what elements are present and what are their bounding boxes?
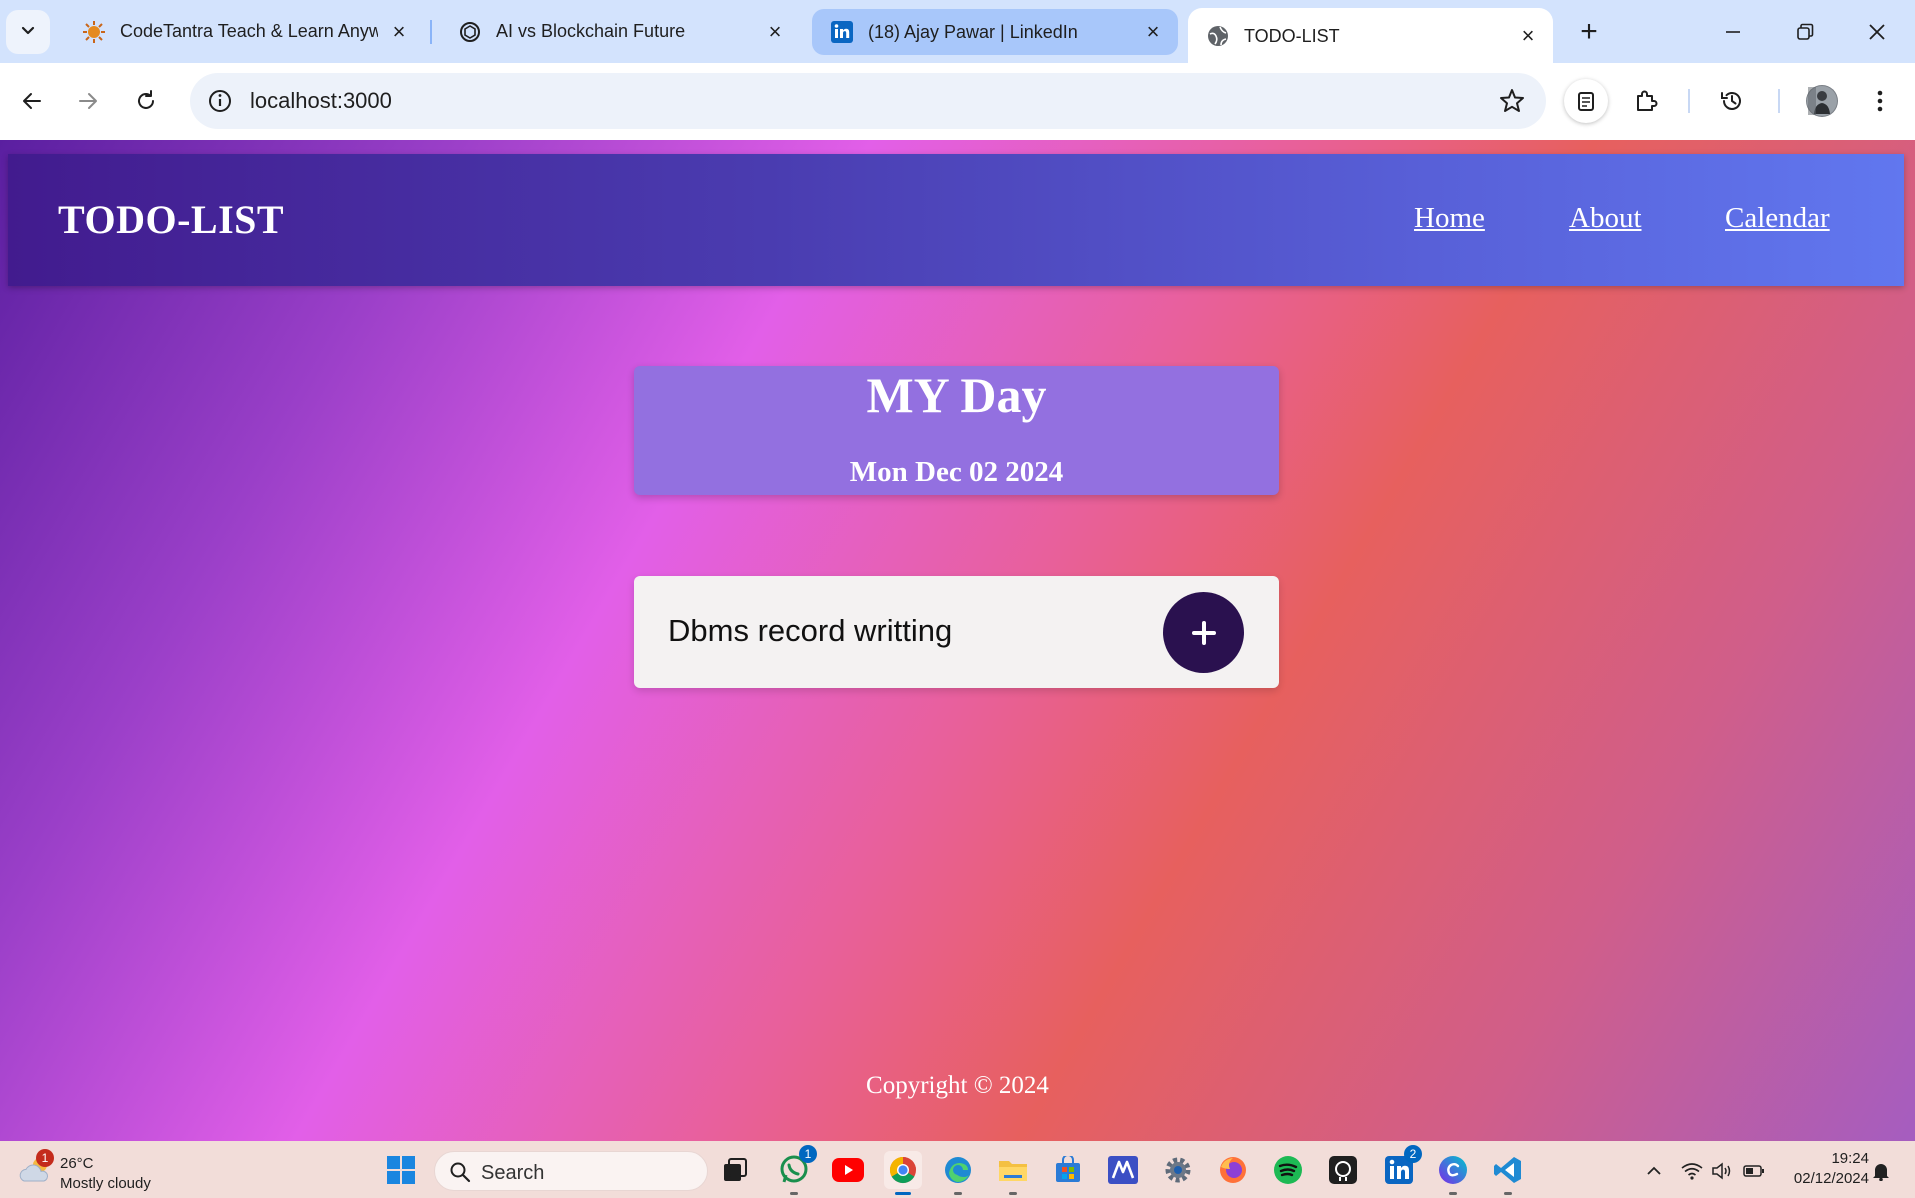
microsoft-store-icon[interactable] <box>1049 1151 1087 1189</box>
tab-title: AI vs Blockchain Future <box>496 21 686 41</box>
notification-bell-icon[interactable] <box>1869 1159 1893 1183</box>
search-icon <box>449 1161 471 1183</box>
weather-condition: Mostly cloudy <box>60 1175 151 1192</box>
browser-toolbar: localhost:3000 <box>0 63 1915 140</box>
close-window-button[interactable] <box>1841 0 1913 63</box>
tab-title: (18) Ajay Pawar | LinkedIn <box>868 21 1078 42</box>
settings-icon[interactable] <box>1159 1151 1197 1189</box>
minimize-button[interactable] <box>1697 0 1769 63</box>
weather-widget[interactable]: 1 26°C Mostly cloudy <box>16 1149 176 1193</box>
day-title: MY Day <box>866 367 1047 423</box>
clock-date: 02/12/2024 <box>1793 1170 1869 1187</box>
tab-search-button[interactable] <box>6 10 50 54</box>
footer-copyright: Copyright © 2024 <box>866 1072 1049 1099</box>
tab-ai-blockchain[interactable]: AI vs Blockchain Future × <box>440 8 800 55</box>
search-label: Search <box>481 1162 545 1184</box>
menu-kebab-icon[interactable] <box>1858 79 1902 123</box>
linkedin-icon[interactable]: 2 <box>1380 1145 1422 1189</box>
wifi-icon[interactable] <box>1680 1159 1704 1183</box>
globe-icon <box>1206 24 1230 48</box>
tab-linkedin[interactable]: (18) Ajay Pawar | LinkedIn × <box>812 9 1178 55</box>
add-task-button[interactable] <box>1163 592 1244 673</box>
taskbar: 1 26°C Mostly cloudy Search 1 2 19:24 02… <box>0 1141 1915 1198</box>
linkedin-badge: 2 <box>1404 1145 1422 1163</box>
battery-icon[interactable] <box>1742 1159 1766 1183</box>
url-text: localhost:3000 <box>250 88 392 113</box>
close-icon[interactable]: × <box>764 19 786 44</box>
restore-button[interactable] <box>1769 0 1841 63</box>
new-tab-button[interactable]: + <box>1571 14 1607 50</box>
chevron-down-icon <box>19 21 37 44</box>
address-bar[interactable]: localhost:3000 <box>190 73 1546 129</box>
history-icon[interactable] <box>1710 79 1754 123</box>
task-view-icon[interactable] <box>716 1151 754 1189</box>
forward-button[interactable] <box>66 79 110 123</box>
canva-icon[interactable] <box>1434 1151 1472 1195</box>
firefox-icon[interactable] <box>1214 1151 1252 1189</box>
vscode-icon[interactable] <box>1489 1151 1527 1195</box>
nav-link-calendar[interactable]: Calendar <box>1725 202 1830 235</box>
weather-badge: 1 <box>36 1149 54 1167</box>
tab-todo-list[interactable]: TODO-LIST × <box>1188 8 1553 64</box>
back-button[interactable] <box>10 79 54 123</box>
task-input-card <box>634 576 1279 688</box>
file-explorer-icon[interactable] <box>994 1151 1032 1195</box>
plus-icon <box>1191 620 1216 645</box>
weather-temp: 26°C <box>60 1155 94 1172</box>
page-viewport: TODO-LIST Home About Calendar MY Day Mon… <box>0 140 1915 1141</box>
task-input[interactable] <box>668 606 1148 656</box>
close-icon[interactable]: × <box>388 19 410 44</box>
tab-strip: CodeTantra Teach & Learn Anywh × AI vs B… <box>0 0 1915 64</box>
toolbar-divider <box>1778 89 1780 113</box>
my-day-card: MY Day Mon Dec 02 2024 <box>634 366 1279 495</box>
close-icon[interactable]: × <box>1517 23 1539 48</box>
site-info-icon[interactable] <box>206 87 234 115</box>
whatsapp-badge: 1 <box>799 1145 817 1163</box>
current-date: Mon Dec 02 2024 <box>849 456 1064 488</box>
youtube-icon[interactable] <box>829 1151 867 1189</box>
tab-title: TODO-LIST <box>1244 25 1340 46</box>
nav-link-home[interactable]: Home <box>1414 202 1485 235</box>
codetantra-icon <box>82 20 106 44</box>
nav-link-about[interactable]: About <box>1569 202 1642 235</box>
linkedin-icon <box>830 20 854 44</box>
spotify-icon[interactable] <box>1269 1151 1307 1189</box>
chevron-up-icon[interactable] <box>1642 1159 1666 1183</box>
navbar: TODO-LIST Home About Calendar <box>8 154 1904 286</box>
start-icon[interactable] <box>382 1151 420 1189</box>
tab-codetantra[interactable]: CodeTantra Teach & Learn Anywh × <box>64 8 424 55</box>
reading-list-button[interactable] <box>1564 79 1608 123</box>
chatgpt-icon <box>458 20 482 44</box>
toolbar-divider <box>1688 89 1690 113</box>
close-icon[interactable]: × <box>1142 19 1164 44</box>
math-app-icon[interactable] <box>1104 1151 1142 1189</box>
chrome-icon[interactable] <box>884 1151 922 1195</box>
system-clock[interactable]: 19:24 02/12/2024 <box>1775 1149 1869 1189</box>
tab-title: CodeTantra Teach & Learn Anywh <box>120 21 378 41</box>
extensions-puzzle-icon[interactable] <box>1624 79 1668 123</box>
brand-title: TODO-LIST <box>58 197 285 242</box>
profile-avatar[interactable] <box>1800 79 1844 123</box>
github-icon[interactable] <box>1324 1151 1362 1189</box>
tab-divider <box>430 20 432 44</box>
whatsapp-icon[interactable]: 1 <box>775 1145 817 1195</box>
reload-button[interactable] <box>124 79 168 123</box>
edge-icon[interactable] <box>939 1151 977 1195</box>
clock-time: 19:24 <box>1831 1150 1869 1167</box>
bookmark-star-icon[interactable] <box>1498 87 1526 115</box>
taskbar-search[interactable]: Search <box>434 1151 708 1191</box>
volume-icon[interactable] <box>1710 1159 1734 1183</box>
